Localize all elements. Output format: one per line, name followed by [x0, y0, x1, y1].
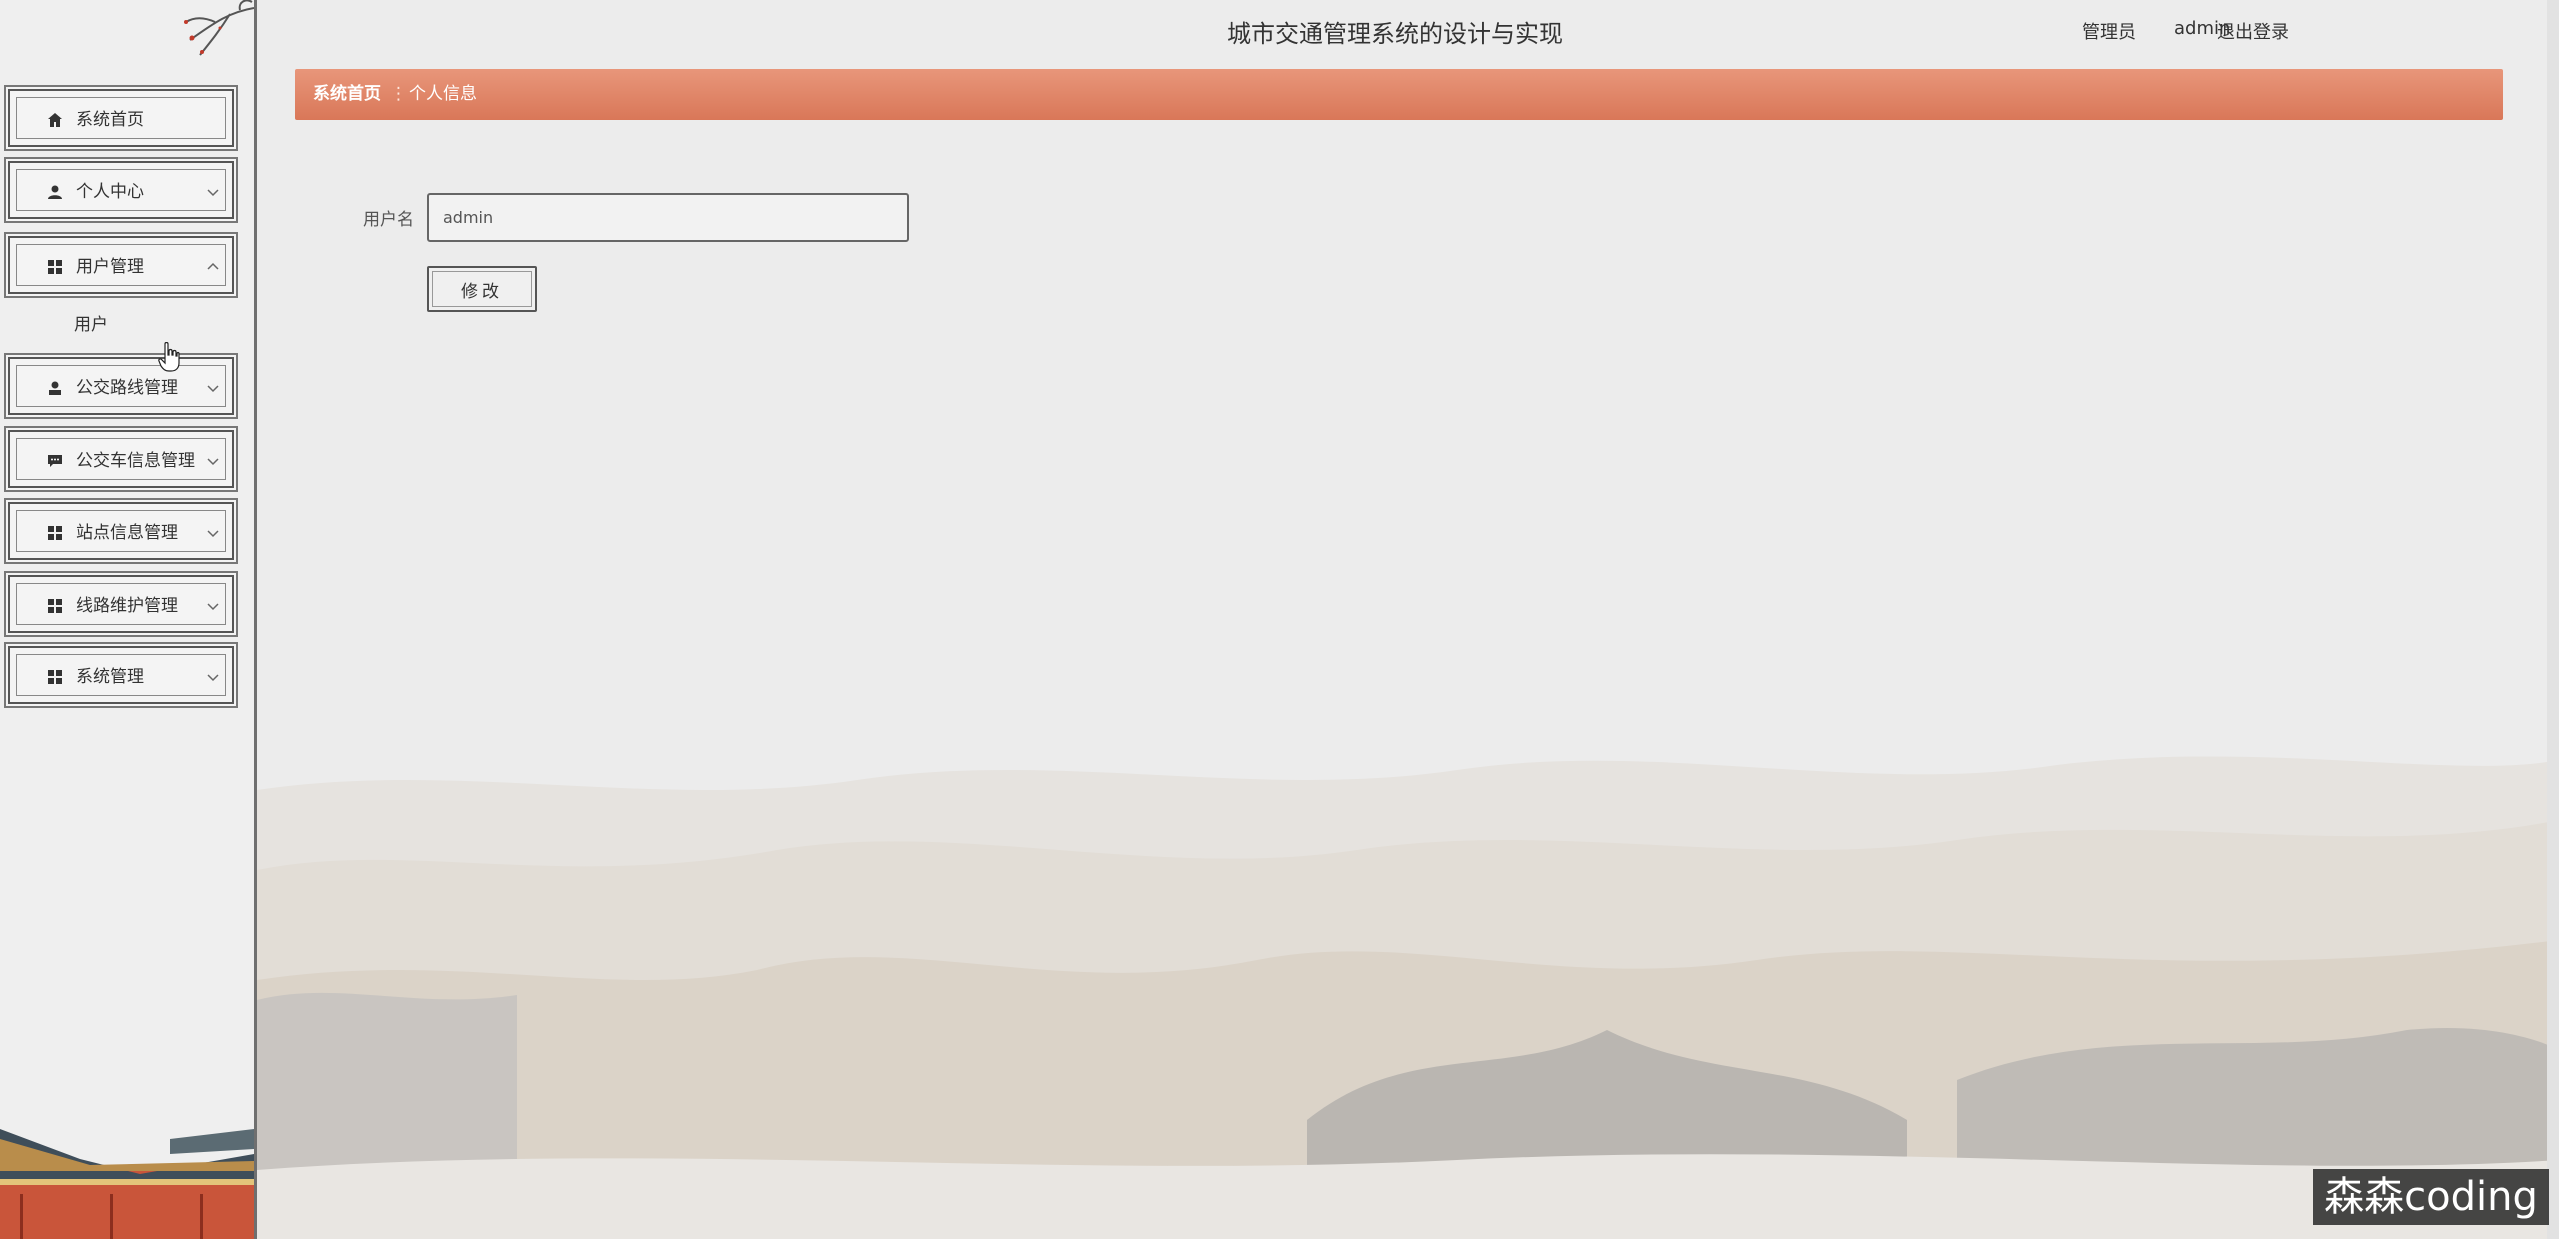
sidebar-item-personal-center[interactable]: 个人中心 [8, 161, 234, 219]
user-icon [46, 379, 64, 397]
grid-icon [46, 258, 64, 276]
sidebar-item-user-management[interactable]: 用户管理 [8, 236, 234, 294]
page-title: 城市交通管理系统的设计与实现 [1227, 20, 1563, 48]
sidebar-item-label: 系统首页 [76, 110, 144, 130]
sidebar-item-bus-route-management[interactable]: 公交路线管理 [8, 357, 234, 415]
sidebar-item-home[interactable]: 系统首页 [8, 89, 234, 147]
chevron-down-icon [207, 603, 219, 611]
chevron-down-icon [207, 530, 219, 538]
breadcrumb-current: 个人信息 [409, 84, 477, 104]
ink-mountains-background [257, 756, 2559, 1239]
modify-button[interactable]: 修改 [427, 266, 537, 312]
grid-icon [46, 597, 64, 615]
plum-branch-decoration [184, 0, 254, 56]
home-icon [46, 111, 64, 129]
sidebar-item-station-info-management[interactable]: 站点信息管理 [8, 502, 234, 560]
sidebar-item-system-management[interactable]: 系统管理 [8, 646, 234, 704]
hand-cursor-icon [158, 342, 180, 372]
sidebar-item-line-maintenance-management[interactable]: 线路维护管理 [8, 575, 234, 633]
sidebar-item-label: 公交车信息管理 [76, 451, 195, 471]
palace-roof-decoration [0, 1129, 254, 1239]
user-role: 管理员 [2082, 22, 2136, 43]
breadcrumb: 系统首页 ⋮ 个人信息 [295, 69, 2503, 120]
sidebar: 系统首页 个人中心 用户管理 用户 公交路线管理 公交车信息管理 站点信息管理 … [0, 0, 257, 1239]
chevron-down-icon [207, 458, 219, 466]
sidebar-item-label: 线路维护管理 [76, 596, 178, 616]
sidebar-item-label: 用户管理 [76, 257, 144, 277]
chevron-down-icon [207, 189, 219, 197]
scrollbar[interactable] [2547, 0, 2559, 1239]
breadcrumb-home-link[interactable]: 系统首页 [313, 69, 381, 120]
username-label: 用户名 [363, 210, 414, 230]
chat-icon [46, 452, 64, 470]
main-content: 城市交通管理系统的设计与实现 管理员 admin 退出登录 系统首页 ⋮ 个人信… [257, 0, 2559, 1239]
breadcrumb-separator: ⋮ [390, 84, 407, 104]
sidebar-subitem-user[interactable]: 用户 [74, 310, 108, 335]
watermark: 森森coding [2313, 1169, 2549, 1225]
sidebar-item-label: 系统管理 [76, 667, 144, 687]
person-icon [46, 183, 64, 201]
username-input[interactable] [427, 193, 909, 242]
logout-link[interactable]: 退出登录 [2217, 18, 2289, 44]
chevron-down-icon [207, 674, 219, 682]
chevron-up-icon [207, 262, 219, 270]
sidebar-item-bus-info-management[interactable]: 公交车信息管理 [8, 430, 234, 488]
sidebar-item-label: 站点信息管理 [76, 523, 178, 543]
chevron-down-icon [207, 385, 219, 393]
sidebar-item-label: 个人中心 [76, 182, 144, 202]
grid-icon [46, 524, 64, 542]
grid-icon [46, 668, 64, 686]
